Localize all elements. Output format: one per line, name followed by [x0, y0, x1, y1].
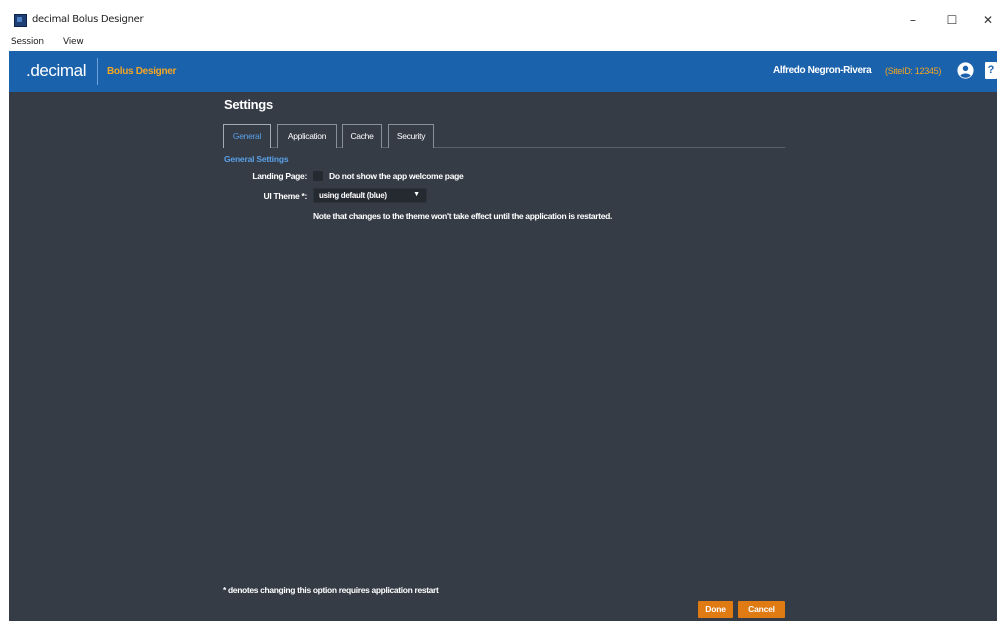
landing-page-label: Landing Page: [252, 171, 307, 181]
settings-tabs: General Application Cache Security [223, 124, 785, 148]
page-title: Settings [224, 97, 273, 112]
ui-theme-selected-value: using default (blue) [319, 191, 387, 200]
menu-session[interactable]: Session [11, 37, 44, 47]
tab-security[interactable]: Security [388, 124, 434, 148]
cancel-button[interactable]: Cancel [738, 601, 785, 618]
section-heading: General Settings [224, 154, 289, 164]
ui-theme-select[interactable]: using default (blue) ▼ [313, 188, 427, 203]
user-name: Alfredo Negron-Rivera [773, 65, 872, 76]
site-id: (SiteID: 12345) [885, 66, 942, 76]
restart-footnote: * denotes changing this option requires … [223, 585, 439, 595]
landing-page-checkbox[interactable] [313, 171, 323, 181]
product-name: Bolus Designer [107, 66, 177, 77]
done-button[interactable]: Done [698, 601, 733, 618]
maximize-button[interactable]: ☐ [939, 10, 965, 30]
theme-note: Note that changes to the theme won't tak… [313, 211, 612, 221]
chevron-down-icon: ▼ [413, 191, 420, 198]
app-header: .decimal Bolus Designer Alfredo Negron-R… [9, 51, 997, 92]
close-button[interactable]: ✕ [975, 10, 997, 30]
app-icon [14, 14, 27, 27]
tab-cache[interactable]: Cache [342, 124, 382, 148]
header-divider [97, 58, 98, 85]
menu-view[interactable]: View [63, 37, 84, 47]
user-circle-icon[interactable] [957, 62, 974, 79]
help-icon[interactable]: ? [985, 62, 997, 79]
landing-page-checkbox-label[interactable]: Do not show the app welcome page [329, 171, 464, 181]
tab-application[interactable]: Application [277, 124, 337, 148]
settings-panel: Settings General Application Cache Secur… [9, 92, 997, 621]
brand-logo: .decimal [26, 61, 87, 80]
minimize-button[interactable]: – [900, 10, 926, 30]
tab-general[interactable]: General [223, 124, 271, 148]
menu-bar: Session View [0, 34, 997, 50]
window-titlebar: decimal Bolus Designer – ☐ ✕ [0, 0, 997, 34]
window-title: decimal Bolus Designer [32, 14, 144, 25]
ui-theme-label: UI Theme *: [263, 191, 308, 201]
